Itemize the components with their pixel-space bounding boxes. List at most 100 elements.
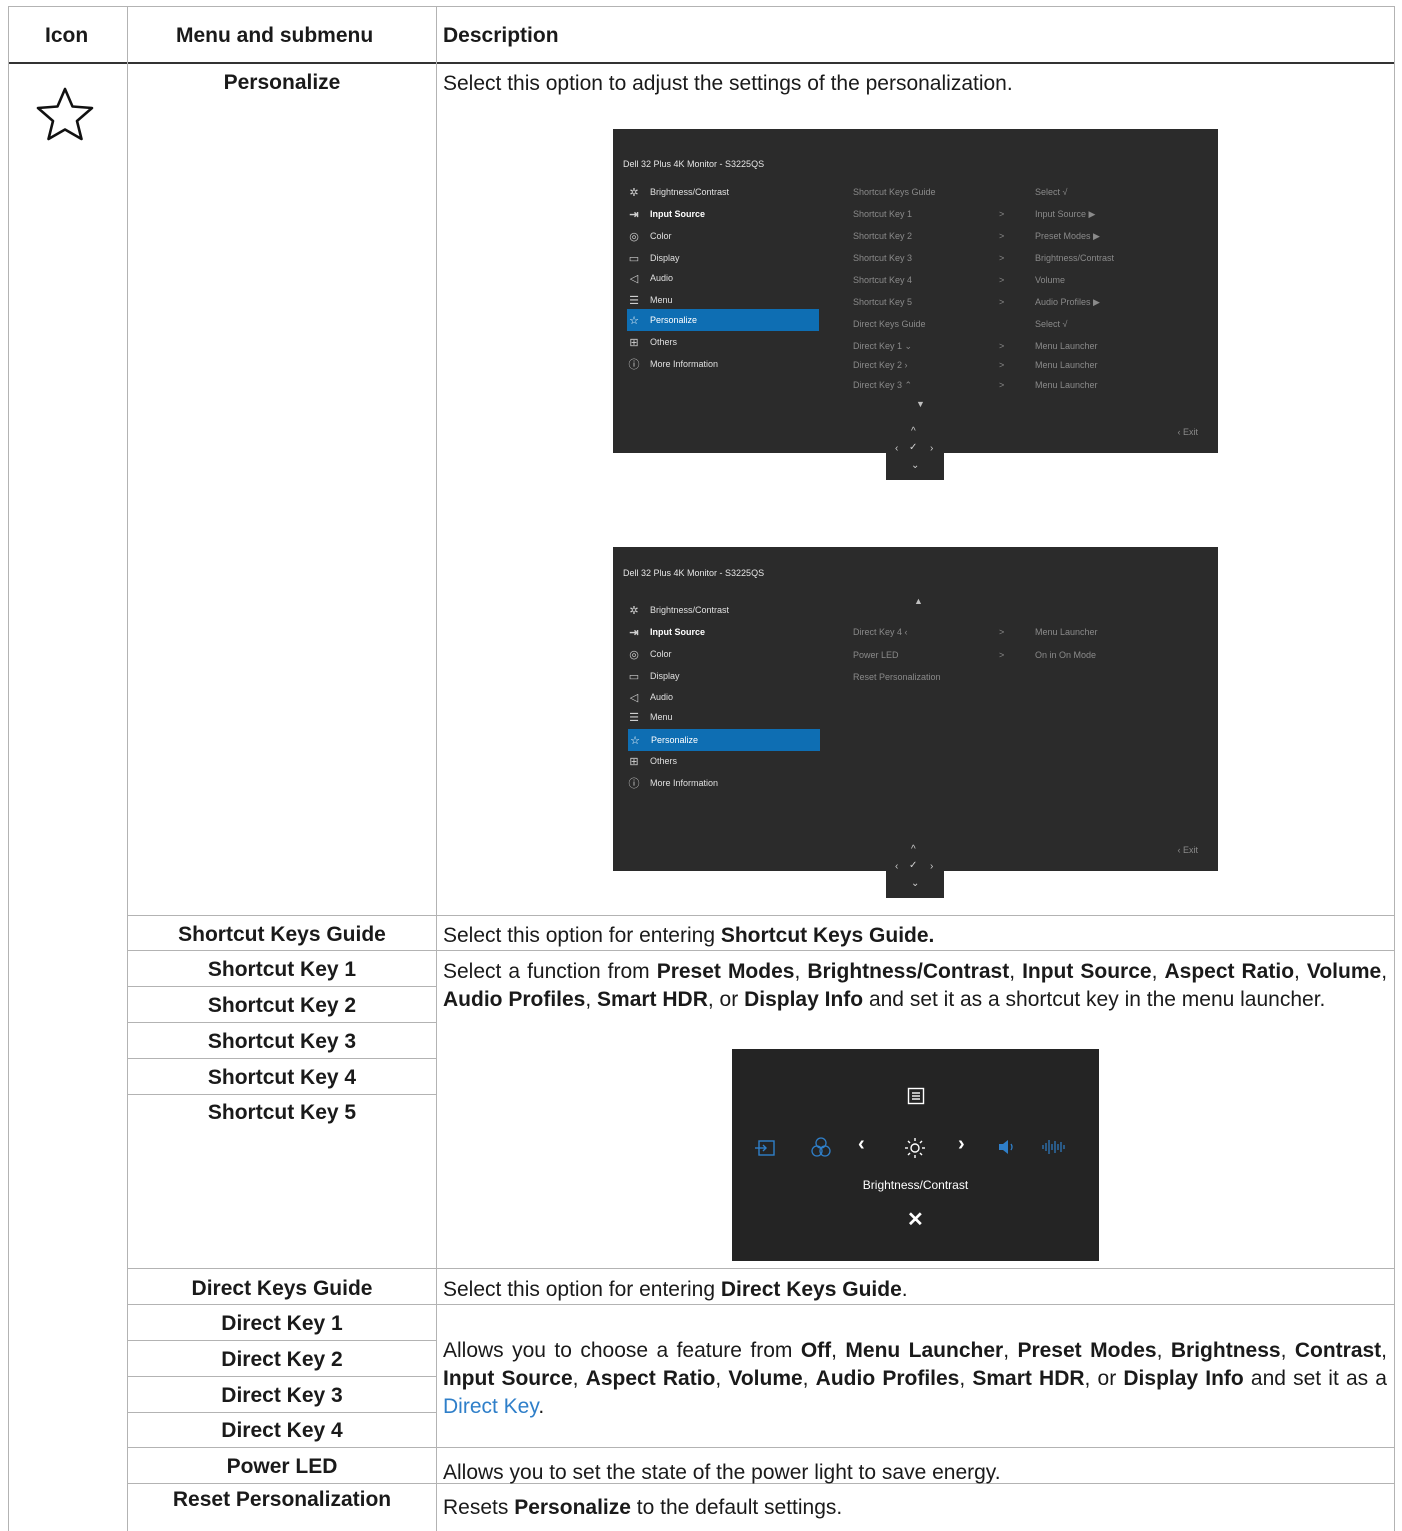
osd-s1-value: Menu Launcher (1035, 360, 1098, 370)
osd-s2-arrow: > (999, 627, 1005, 637)
osd-title: Dell 32 Plus 4K Monitor - S3225QS (623, 159, 765, 169)
menu-power-led: Power LED (226, 1455, 338, 1478)
osd-menu-audio[interactable]: ◁ Audio (627, 267, 819, 289)
menu-shortcut-key-1: Shortcut Key 1 (207, 958, 357, 981)
menu-shortcut-key-3: Shortcut Key 3 (207, 1030, 357, 1053)
direct-key-link[interactable]: Direct Key (443, 1395, 538, 1418)
osd-exit[interactable]: ‹ Exit (1177, 427, 1198, 437)
menu-direct-key-2: Direct Key 2 (221, 1348, 343, 1371)
others-icon: ⊞ (629, 755, 639, 768)
chevron-right-icon[interactable]: › (958, 1133, 965, 1156)
menu-launcher-screen: ‹ › Brightness/Contrast ✕ (732, 1049, 1099, 1261)
chevron-left-icon[interactable]: ‹ (858, 1133, 865, 1156)
menu-icon[interactable] (907, 1087, 925, 1105)
osd-s1-arrow: > (999, 380, 1005, 390)
header-menu: Menu and submenu (176, 24, 374, 47)
menu-icon: ☰ (629, 294, 639, 307)
star-icon (36, 87, 94, 141)
input-source-icon[interactable] (754, 1139, 776, 1157)
star-icon: ☆ (629, 314, 639, 327)
osd-s1-arrow: > (999, 297, 1005, 307)
osd-s2-value: Menu Launcher (1035, 627, 1098, 637)
volume-icon[interactable] (997, 1138, 1019, 1156)
others-icon: ⊞ (629, 336, 639, 349)
osd-menu-others[interactable]: ⊞ Others (627, 750, 819, 772)
joystick-icon[interactable]: ^ ‹ ✓ › ⌄ (886, 422, 944, 480)
osd-s1-value: Audio Profiles ▶ (1035, 297, 1100, 307)
osd-s1-label: Direct Key 1 ⌄ (853, 341, 913, 351)
osd-menu-personalize[interactable]: ☆ Personalize (628, 729, 820, 751)
menu-reset-personalization: Reset Personalization (172, 1488, 392, 1511)
osd-menu-personalize[interactable]: ☆ Personalize (627, 309, 819, 331)
osd-s1-value: Menu Launcher (1035, 341, 1098, 351)
osd-menu-audio[interactable]: ◁ Audio (627, 686, 819, 708)
menu-shortcut-key-5: Shortcut Key 5 (207, 1101, 357, 1124)
osd-s1-arrow: > (999, 209, 1005, 219)
osd-s1-value: Select √ (1035, 319, 1068, 329)
osd-s1-arrow: > (999, 360, 1005, 370)
osd-s1-label: Shortcut Key 4 (853, 275, 913, 285)
osd-s2-label: Direct Key 4 ‹ (853, 627, 908, 637)
osd-menu-menu[interactable]: ☰ Menu (627, 289, 819, 311)
launcher-label: Brightness/Contrast (862, 1178, 969, 1192)
osd-s1-label: Shortcut Key 3 (853, 253, 913, 263)
osd-s1-value: Brightness/Contrast (1035, 253, 1115, 263)
osd-s1-value: Menu Launcher (1035, 380, 1098, 390)
menu-direct-key-1: Direct Key 1 (221, 1312, 343, 1335)
menu-shortcut-key-2: Shortcut Key 2 (207, 994, 357, 1017)
display-icon: ▭ (628, 670, 640, 683)
osd-s1-label: Shortcut Keys Guide (853, 187, 936, 197)
osd-s2-arrow: > (999, 650, 1005, 660)
osd-menu-others[interactable]: ⊞ Others (627, 331, 819, 353)
brightness-icon: ✲ (629, 186, 639, 199)
close-icon[interactable]: ✕ (907, 1207, 924, 1232)
osd-menu-more-information[interactable]: ⓘ More Information (627, 353, 819, 375)
star-icon: ☆ (630, 734, 640, 747)
osd-s1-label: Shortcut Key 1 (853, 209, 913, 219)
osd-menu-menu[interactable]: ☰ Menu (627, 706, 819, 728)
speaker-icon: ◁ (629, 272, 639, 285)
osd-menu-color[interactable]: ◎ Color (627, 225, 819, 247)
osd-menu-brightness[interactable]: ✲ Brightness/Contrast (627, 181, 819, 203)
osd-s1-label: Direct Key 3 ⌃ (853, 380, 913, 390)
osd-menu-color[interactable]: ◎ Color (627, 643, 819, 665)
color-icon: ◎ (629, 648, 639, 661)
osd-menu-more-information[interactable]: ⓘ More Information (627, 772, 819, 794)
scroll-up-icon[interactable]: ▲ (914, 596, 923, 606)
desc-power-led: Allows you to set the state of the power… (443, 1461, 1001, 1484)
scroll-down-icon[interactable]: ▼ (916, 399, 925, 409)
joystick-icon[interactable]: ^ ‹ ✓ › ⌄ (886, 840, 944, 898)
header-icon: Icon (45, 24, 89, 47)
osd-s1-value: Input Source ▶ (1035, 209, 1096, 219)
osd-s1-value: Preset Modes ▶ (1035, 231, 1100, 241)
osd-exit[interactable]: ‹ Exit (1177, 845, 1198, 855)
desc-personalize: Select this option to adjust the setting… (443, 72, 1013, 95)
desc-shortcut-keys: Select a function from Preset Modes, Bri… (443, 960, 1388, 1011)
osd-s1-label: Direct Keys Guide (853, 319, 926, 329)
speaker-icon: ◁ (629, 691, 639, 704)
desc-shortcut-keys-guide: Select this option for entering Shortcut… (443, 924, 935, 947)
audio-profiles-icon[interactable] (1041, 1138, 1067, 1156)
osd-s2-label: Reset Personalization (853, 672, 941, 682)
desc-direct-keys-guide: Select this option for entering Direct K… (443, 1278, 908, 1301)
input-source-icon: ⇥ (629, 626, 639, 639)
osd-s1-label: Shortcut Key 5 (853, 297, 913, 307)
menu-direct-key-4: Direct Key 4 (221, 1419, 343, 1442)
menu-icon: ☰ (629, 711, 639, 724)
osd-s2-value: On in On Mode (1035, 650, 1097, 660)
brightness-icon[interactable] (904, 1137, 926, 1159)
osd-menu-display[interactable]: ▭ Display (627, 665, 819, 687)
color-icon: ◎ (629, 230, 639, 243)
info-icon: ⓘ (628, 778, 640, 790)
osd-menu-brightness[interactable]: ✲ Brightness/Contrast (627, 599, 819, 621)
osd-menu-input-source[interactable]: ⇥ Input Source (627, 203, 819, 225)
osd-menu-input-source[interactable]: ⇥ Input Source (627, 621, 819, 643)
display-icon: ▭ (628, 252, 640, 265)
menu-shortcut-keys-guide: Shortcut Keys Guide (178, 923, 386, 946)
osd-screen-1: Dell 32 Plus 4K Monitor - S3225QS ✲ Brigh… (613, 129, 1218, 453)
osd-title: Dell 32 Plus 4K Monitor - S3225QS (623, 568, 765, 578)
osd-menu-display[interactable]: ▭ Display (627, 247, 819, 269)
osd-s1-arrow: > (999, 275, 1005, 285)
preset-modes-icon[interactable] (810, 1136, 832, 1158)
osd-s1-arrow: > (999, 253, 1005, 263)
